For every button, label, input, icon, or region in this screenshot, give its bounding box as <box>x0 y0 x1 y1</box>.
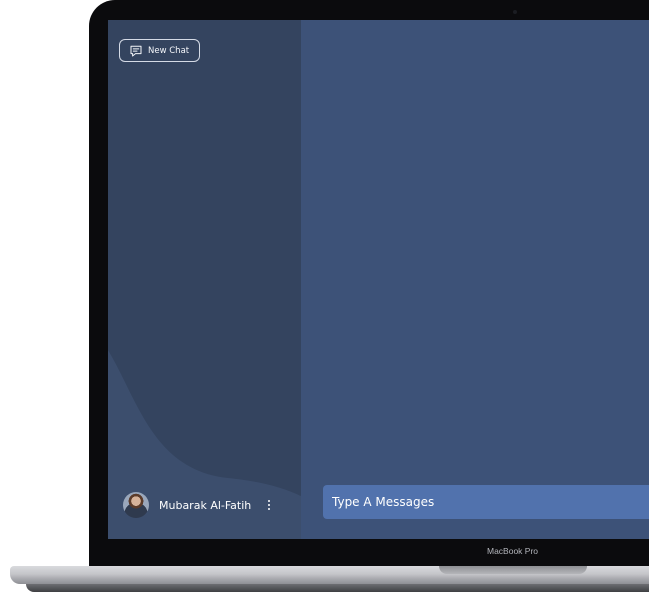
laptop-base-shadow <box>26 584 649 592</box>
user-profile[interactable]: Mubarak Al-Fatih <box>123 492 274 518</box>
webcam <box>513 10 517 14</box>
message-input-bar[interactable] <box>323 485 649 519</box>
app-screen: New Chat Mubarak Al-Fatih <box>108 20 649 539</box>
sidebar: New Chat Mubarak Al-Fatih <box>108 20 301 539</box>
chat-plus-icon <box>129 44 143 58</box>
device-label: MacBook Pro <box>487 546 539 556</box>
message-input[interactable] <box>332 495 649 509</box>
user-name: Mubarak Al-Fatih <box>159 498 252 512</box>
laptop-notch <box>439 566 587 574</box>
laptop-mockup: New Chat Mubarak Al-Fatih MacBook Pro <box>0 0 649 595</box>
more-vertical-icon[interactable] <box>264 497 274 513</box>
new-chat-label: New Chat <box>148 45 190 56</box>
sidebar-wave-decoration <box>108 350 301 539</box>
avatar <box>123 492 149 518</box>
new-chat-button[interactable]: New Chat <box>119 39 200 62</box>
